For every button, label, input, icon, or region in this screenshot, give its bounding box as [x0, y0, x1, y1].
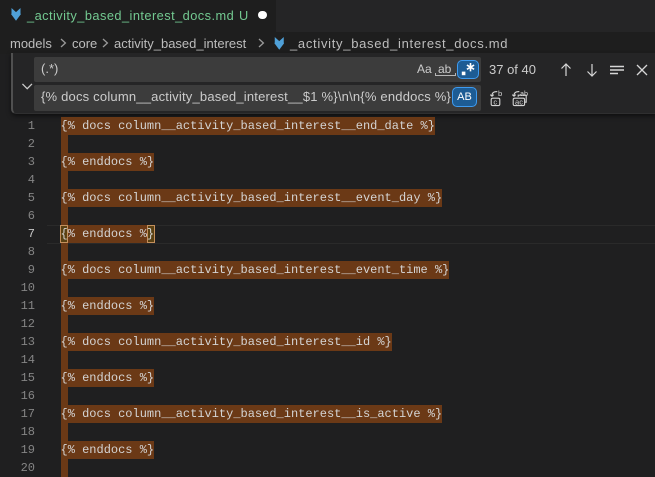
svg-text:b: b — [498, 89, 502, 98]
svg-text:ac: ac — [515, 97, 523, 106]
svg-text:c: c — [493, 97, 497, 106]
